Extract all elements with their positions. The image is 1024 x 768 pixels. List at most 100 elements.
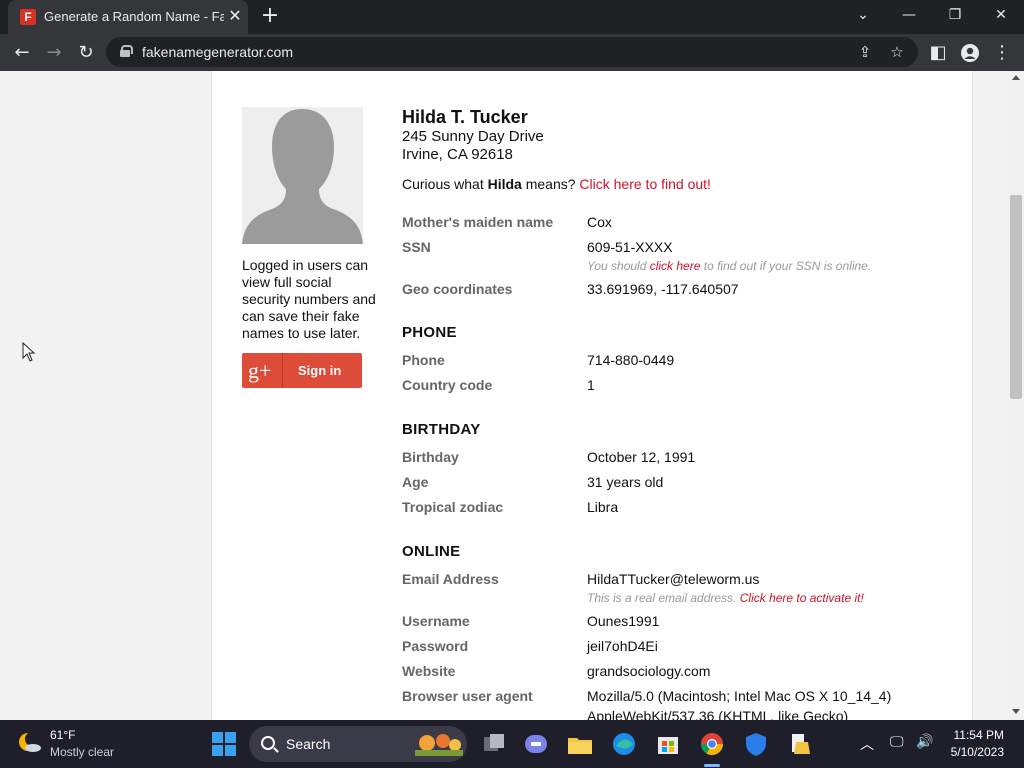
signin-label: Sign in xyxy=(298,363,342,378)
network-icon[interactable]: 🖵 xyxy=(890,734,904,750)
name-meaning-link[interactable]: Click here to find out! xyxy=(579,176,711,192)
email-note: This is a real email address. Click here… xyxy=(587,591,864,605)
email-note-text: This is a real email address. xyxy=(587,591,740,605)
taskbar-search-box[interactable]: Search xyxy=(249,726,467,762)
online-heading: ONLINE xyxy=(402,543,461,560)
ssn-check-link[interactable]: click here xyxy=(650,259,701,273)
lock-icon[interactable] xyxy=(120,45,133,57)
share-icon[interactable]: ⇪ xyxy=(854,41,876,63)
clock-date[interactable]: 5/10/2023 xyxy=(948,745,1004,759)
forward-button[interactable]: → xyxy=(40,39,68,67)
browser-tab[interactable]: F Generate a Random Name - Fake Name Gen… xyxy=(8,0,248,34)
file-explorer-icon[interactable] xyxy=(564,728,596,760)
password-value: jeil7ohD4Ei xyxy=(587,638,658,654)
scroll-thumb[interactable] xyxy=(1010,195,1022,399)
age-label: Age xyxy=(402,474,429,490)
google-plus-signin-button[interactable]: g+ Sign in xyxy=(242,353,362,388)
back-button[interactable]: ← xyxy=(8,39,36,67)
curious-suffix: means? xyxy=(521,176,580,192)
phone-heading: PHONE xyxy=(402,324,457,341)
phone-value: 714-880-0449 xyxy=(587,352,675,368)
search-label: Search xyxy=(286,736,331,752)
chrome-icon[interactable] xyxy=(696,728,728,760)
weather-desc[interactable]: Mostly clear xyxy=(50,745,114,759)
username-label: Username xyxy=(402,613,470,629)
address-bar[interactable]: fakenamegenerator.com ⇪ ☆ xyxy=(106,37,918,67)
page-viewport: Logged in users can view full social sec… xyxy=(0,71,1008,720)
geo-label: Geo coordinates xyxy=(402,281,513,297)
restore-button[interactable]: ❐ xyxy=(932,0,978,34)
address-line-1: 245 Sunny Day Drive xyxy=(402,128,544,145)
password-label: Password xyxy=(402,638,469,654)
windows-security-icon[interactable] xyxy=(740,728,772,760)
volume-icon[interactable]: 🔊 xyxy=(916,734,933,750)
zodiac-label: Tropical zodiac xyxy=(402,499,504,515)
browser-toolbar: ← → ↻ fakenamegenerator.com ⇪ ☆ ◧ ⋮ xyxy=(0,34,1024,71)
new-tab-button[interactable]: + xyxy=(258,5,282,29)
menu-kebab-icon[interactable]: ⋮ xyxy=(988,39,1016,67)
country-code-value: 1 xyxy=(587,377,595,393)
windows-taskbar: 61°F Mostly clear Search ︿ 🖵 🔊 11:54 PM … xyxy=(0,720,1024,768)
weather-moon-cloud-icon[interactable] xyxy=(18,730,42,754)
tab-search-icon[interactable]: ⌄ xyxy=(840,0,886,34)
microsoft-store-icon[interactable] xyxy=(652,728,684,760)
ssn-note-prefix: You should xyxy=(587,259,650,273)
user-agent-line-2: AppleWebKit/537.36 (KHTML, like Gecko) xyxy=(587,708,849,720)
birthday-label: Birthday xyxy=(402,449,459,465)
tab-close-icon[interactable]: ✕ xyxy=(226,7,244,25)
file-explorer-folder-icon[interactable] xyxy=(784,728,816,760)
website-value: grandsociology.com xyxy=(587,663,711,679)
url-text[interactable]: fakenamegenerator.com xyxy=(142,44,293,60)
mouse-cursor-icon xyxy=(22,341,36,362)
maiden-name-value: Cox xyxy=(587,214,612,230)
favicon-icon: F xyxy=(20,9,36,25)
edge-browser-icon[interactable] xyxy=(608,728,640,760)
scroll-up-arrow-icon[interactable] xyxy=(1012,75,1020,80)
clock-time[interactable]: 11:54 PM xyxy=(948,728,1004,742)
username-value: Ounes1991 xyxy=(587,613,660,629)
tray-overflow-chevron-icon[interactable]: ︿ xyxy=(860,734,874,754)
reload-button[interactable]: ↻ xyxy=(72,39,100,67)
curious-prefix: Curious what xyxy=(402,176,488,192)
tab-title: Generate a Random Name - Fake Name Gener… xyxy=(44,9,224,24)
ssn-note-suffix: to find out if your SSN is online. xyxy=(700,259,872,273)
phone-label: Phone xyxy=(402,352,445,368)
country-code-label: Country code xyxy=(402,377,493,393)
identity-card: Logged in users can view full social sec… xyxy=(211,71,973,720)
button-divider xyxy=(282,353,283,388)
chrome-active-indicator xyxy=(704,764,720,767)
close-window-button[interactable]: ✕ xyxy=(978,0,1024,34)
email-label: Email Address xyxy=(402,571,499,587)
side-panel-icon[interactable]: ◧ xyxy=(924,39,952,67)
ssn-value: 609-51-XXXX xyxy=(587,239,673,255)
profile-icon[interactable] xyxy=(956,39,984,67)
activate-email-link[interactable]: Click here to activate it! xyxy=(740,591,864,605)
page-scrollbar[interactable] xyxy=(1008,71,1024,720)
birthday-value: October 12, 1991 xyxy=(587,449,696,465)
website-label: Website xyxy=(402,663,456,679)
ssn-label: SSN xyxy=(402,239,431,255)
bookmark-star-icon[interactable]: ☆ xyxy=(886,41,908,63)
zodiac-value: Libra xyxy=(587,499,619,515)
avatar-silhouette xyxy=(242,107,363,244)
windows-start-icon[interactable] xyxy=(212,732,236,756)
address-line-2: Irvine, CA 92618 xyxy=(402,146,513,163)
google-plus-icon: g+ xyxy=(248,358,272,383)
teams-chat-icon[interactable] xyxy=(520,728,552,760)
weather-temp[interactable]: 61°F xyxy=(50,728,75,742)
name-meaning-line: Curious what Hilda means? Click here to … xyxy=(402,176,711,192)
scroll-down-arrow-icon[interactable] xyxy=(1012,709,1020,714)
age-value: 31 years old xyxy=(587,474,664,490)
birthday-heading: BIRTHDAY xyxy=(402,421,481,438)
geo-coordinates-link[interactable]: 33.691969, -117.640507 xyxy=(587,281,739,297)
curious-name: Hilda xyxy=(487,176,522,192)
user-agent-label: Browser user agent xyxy=(402,688,533,704)
person-name: Hilda T. Tucker xyxy=(402,107,528,127)
ssn-note: You should click here to find out if you… xyxy=(587,259,871,273)
minimize-button[interactable]: — xyxy=(886,0,932,34)
search-highlight-flowers-icon xyxy=(415,734,463,756)
browser-titlebar: F Generate a Random Name - Fake Name Gen… xyxy=(0,0,1024,34)
task-view-icon[interactable] xyxy=(478,728,510,760)
user-agent-line-1: Mozilla/5.0 (Macintosh; Intel Mac OS X 1… xyxy=(587,688,892,704)
email-value: HildaTTucker@teleworm.us xyxy=(587,571,760,587)
